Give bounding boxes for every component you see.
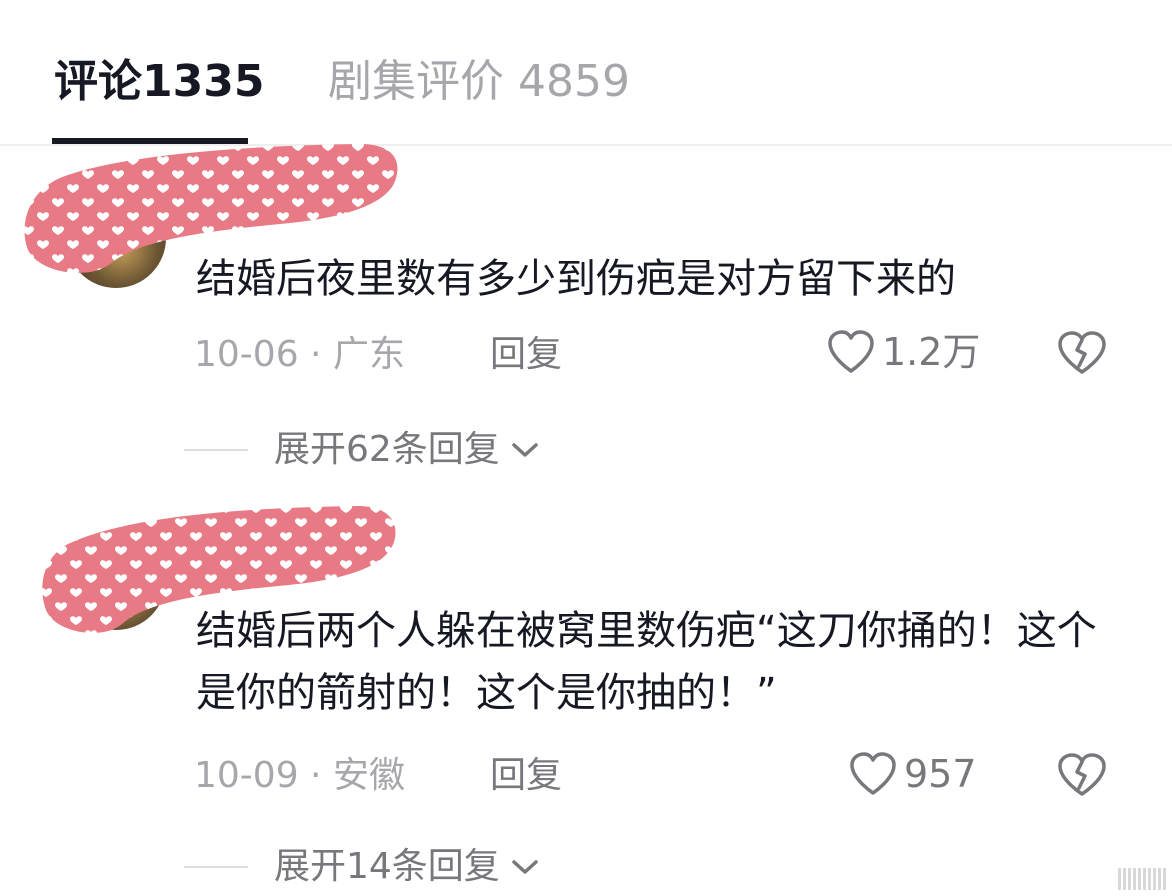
heart-outline-icon <box>850 752 896 795</box>
like-count: 1.2万 <box>882 330 981 374</box>
expand-divider <box>184 866 248 868</box>
tab-comments[interactable]: 评论1335 <box>54 52 264 112</box>
expand-replies[interactable]: 展开14条回复 <box>184 845 540 889</box>
broken-heart-icon[interactable] <box>1056 330 1108 376</box>
meta-separator: · <box>298 755 333 796</box>
comment-text: 结婚后两个人躲在被窝里数伤疤“这刀你捅的！这个是你的箭射的！这个是你抽的！” <box>196 608 1097 716</box>
expand-replies-label: 展开62条回复 <box>274 429 500 470</box>
chevron-down-icon <box>512 443 538 457</box>
expand-replies[interactable]: 展开62条回复 <box>184 428 540 472</box>
comment-location: 安徽 <box>332 755 405 796</box>
chevron-down-icon <box>512 860 538 874</box>
like-button[interactable]: 957 <box>848 751 977 797</box>
expand-divider <box>184 449 248 451</box>
comment-text: 结婚后夜里数有多少到伤疤是对方留下来的 <box>196 256 956 302</box>
reply-button[interactable]: 回复 <box>490 754 562 798</box>
expand-replies-label: 展开14条回复 <box>274 846 500 887</box>
meta-separator: · <box>298 334 333 375</box>
broken-heart-icon[interactable] <box>1056 752 1108 798</box>
comment-tabs: 评论1335 剧集评价 4859 <box>0 0 1172 146</box>
heart-outline-icon <box>828 330 874 373</box>
comment-date: 10-06 <box>194 334 299 375</box>
reply-button[interactable]: 回复 <box>490 333 562 377</box>
like-count: 957 <box>904 752 977 796</box>
comment-location: 广东 <box>332 334 405 375</box>
tab-episode-reviews[interactable]: 剧集评价 4859 <box>328 52 630 112</box>
comment-meta: 10-09 · 安徽 <box>194 754 405 798</box>
watermark <box>1118 868 1166 890</box>
comment-date: 10-09 <box>194 755 299 796</box>
comment-meta: 10-06 · 广东 <box>194 333 405 377</box>
like-button[interactable]: 1.2万 <box>826 329 980 375</box>
